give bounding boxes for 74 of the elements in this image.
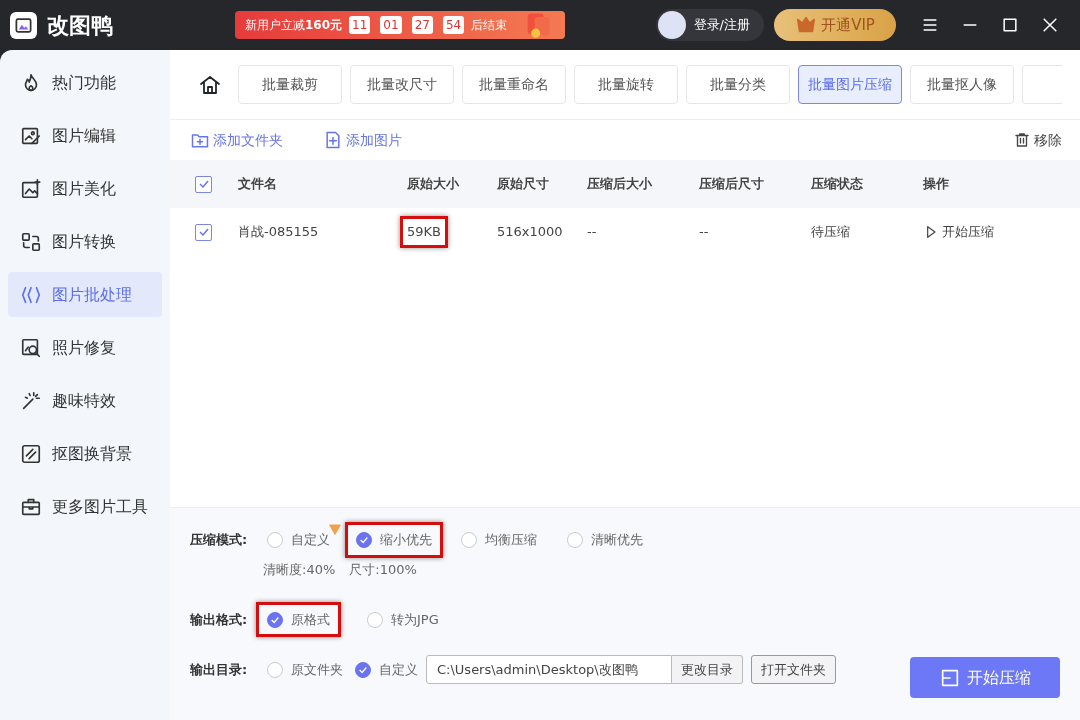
start-compress-link[interactable]: 开始压缩 (923, 222, 994, 242)
column-header: 压缩后大小 (587, 176, 652, 192)
column-header: 压缩状态 (811, 176, 863, 192)
app-name: 改图鸭 (47, 11, 113, 40)
compression-info: 清晰度:40% (263, 561, 336, 579)
checkbox[interactable] (195, 175, 212, 193)
countdown-digits: 01 (380, 16, 402, 34)
countdown-digits: 27 (411, 16, 433, 34)
field-label: 输出格式: (190, 610, 249, 629)
check-icon (197, 226, 210, 238)
open-folder-button[interactable]: 打开文件夹 (751, 655, 836, 684)
start-compress-button[interactable]: 开始压缩 (910, 657, 1060, 698)
add-image-link[interactable]: 添加图片 (323, 129, 402, 151)
sidebar-item[interactable]: 图片批处理 (8, 272, 162, 317)
radio-option[interactable]: 缩小优先 (352, 528, 436, 552)
column-header: 压缩后尺寸 (699, 176, 764, 192)
tool-tab[interactable]: 批量改尺寸 (350, 65, 454, 104)
sidebar-item[interactable]: 抠图换背景 (8, 431, 162, 476)
tool-tab[interactable]: 批量重命名 (462, 65, 566, 104)
radio-option[interactable]: 原格式 (263, 607, 334, 632)
column-header: 操作 (923, 176, 949, 192)
column-header: 文件名 (238, 176, 277, 192)
tool-tab[interactable]: 批量图片压缩 (798, 65, 902, 104)
check-icon (197, 178, 210, 190)
login-button[interactable]: 登录/注册 (655, 9, 764, 41)
check-icon (270, 614, 280, 625)
magic-icon (20, 389, 42, 412)
field-label: 输出目录: (190, 660, 249, 679)
column-header: 原始大小 (407, 176, 459, 192)
column-header: 原始尺寸 (497, 176, 549, 192)
compression-info: 尺寸:100% (349, 561, 417, 579)
sidebar-item[interactable]: 照片修复 (8, 325, 162, 370)
sidebar-item[interactable]: 图片转换 (8, 219, 162, 264)
tool-tab[interactable]: 批量旋转 (574, 65, 678, 104)
radio-option[interactable]: 自定义 (263, 528, 334, 552)
radio-option[interactable]: 原文件夹 (263, 657, 347, 682)
sidebar-item[interactable]: 图片美化 (8, 166, 162, 211)
convert-icon (20, 230, 42, 253)
trash-icon (1013, 131, 1031, 149)
avatar-icon (657, 11, 686, 39)
change-folder-button[interactable]: 更改目录 (672, 655, 743, 684)
check-icon (358, 664, 368, 675)
remove-button[interactable]: 移除 (1013, 129, 1062, 151)
checkbox[interactable] (195, 223, 212, 241)
file-plus-icon (323, 130, 343, 150)
tab-stub (1022, 65, 1062, 104)
table-cell: -- (699, 224, 709, 240)
promo-suffix: 后结束 (471, 17, 508, 34)
table-cell: 待压缩 (811, 224, 850, 240)
sidebar-item[interactable]: 更多图片工具 (8, 484, 162, 529)
check-icon (359, 535, 369, 545)
tool-tab[interactable]: 批量抠人像 (910, 65, 1014, 104)
radio-option[interactable]: 转为JPG (363, 607, 443, 632)
radio-option[interactable]: 清晰优先 (563, 528, 647, 552)
sidebar-item[interactable]: 趣味特效 (8, 378, 162, 423)
sidebar-item[interactable]: 热门功能 (8, 60, 162, 105)
path-field[interactable]: C:\Users\admin\Desktop\改图鸭 (426, 655, 672, 684)
app-logo-icon (10, 11, 37, 39)
countdown-digits: 11 (349, 16, 371, 34)
tool-tab[interactable]: 批量分类 (686, 65, 790, 104)
radio-option[interactable]: 自定义 (351, 657, 422, 682)
promo-banner[interactable]: 新用户立减160元 11 01 27 54 后结束 (235, 11, 565, 39)
sidebar-item[interactable]: 图片编辑 (8, 113, 162, 158)
table-cell: 肖战-085155 (238, 224, 319, 240)
field-label: 压缩模式: (190, 531, 249, 550)
table-cell: -- (587, 224, 597, 240)
tool-tab[interactable]: 批量裁剪 (238, 65, 342, 104)
promo-text: 新用户立减160元 (245, 17, 343, 34)
add-folder-link[interactable]: 添加文件夹 (190, 129, 283, 151)
table-cell-text: 59KB (407, 223, 441, 242)
countdown-digits: 54 (442, 16, 465, 34)
table-cell: 516x1000 (497, 224, 563, 240)
radio-option[interactable]: 均衡压缩 (457, 528, 541, 552)
maximize-icon[interactable] (1000, 15, 1020, 35)
